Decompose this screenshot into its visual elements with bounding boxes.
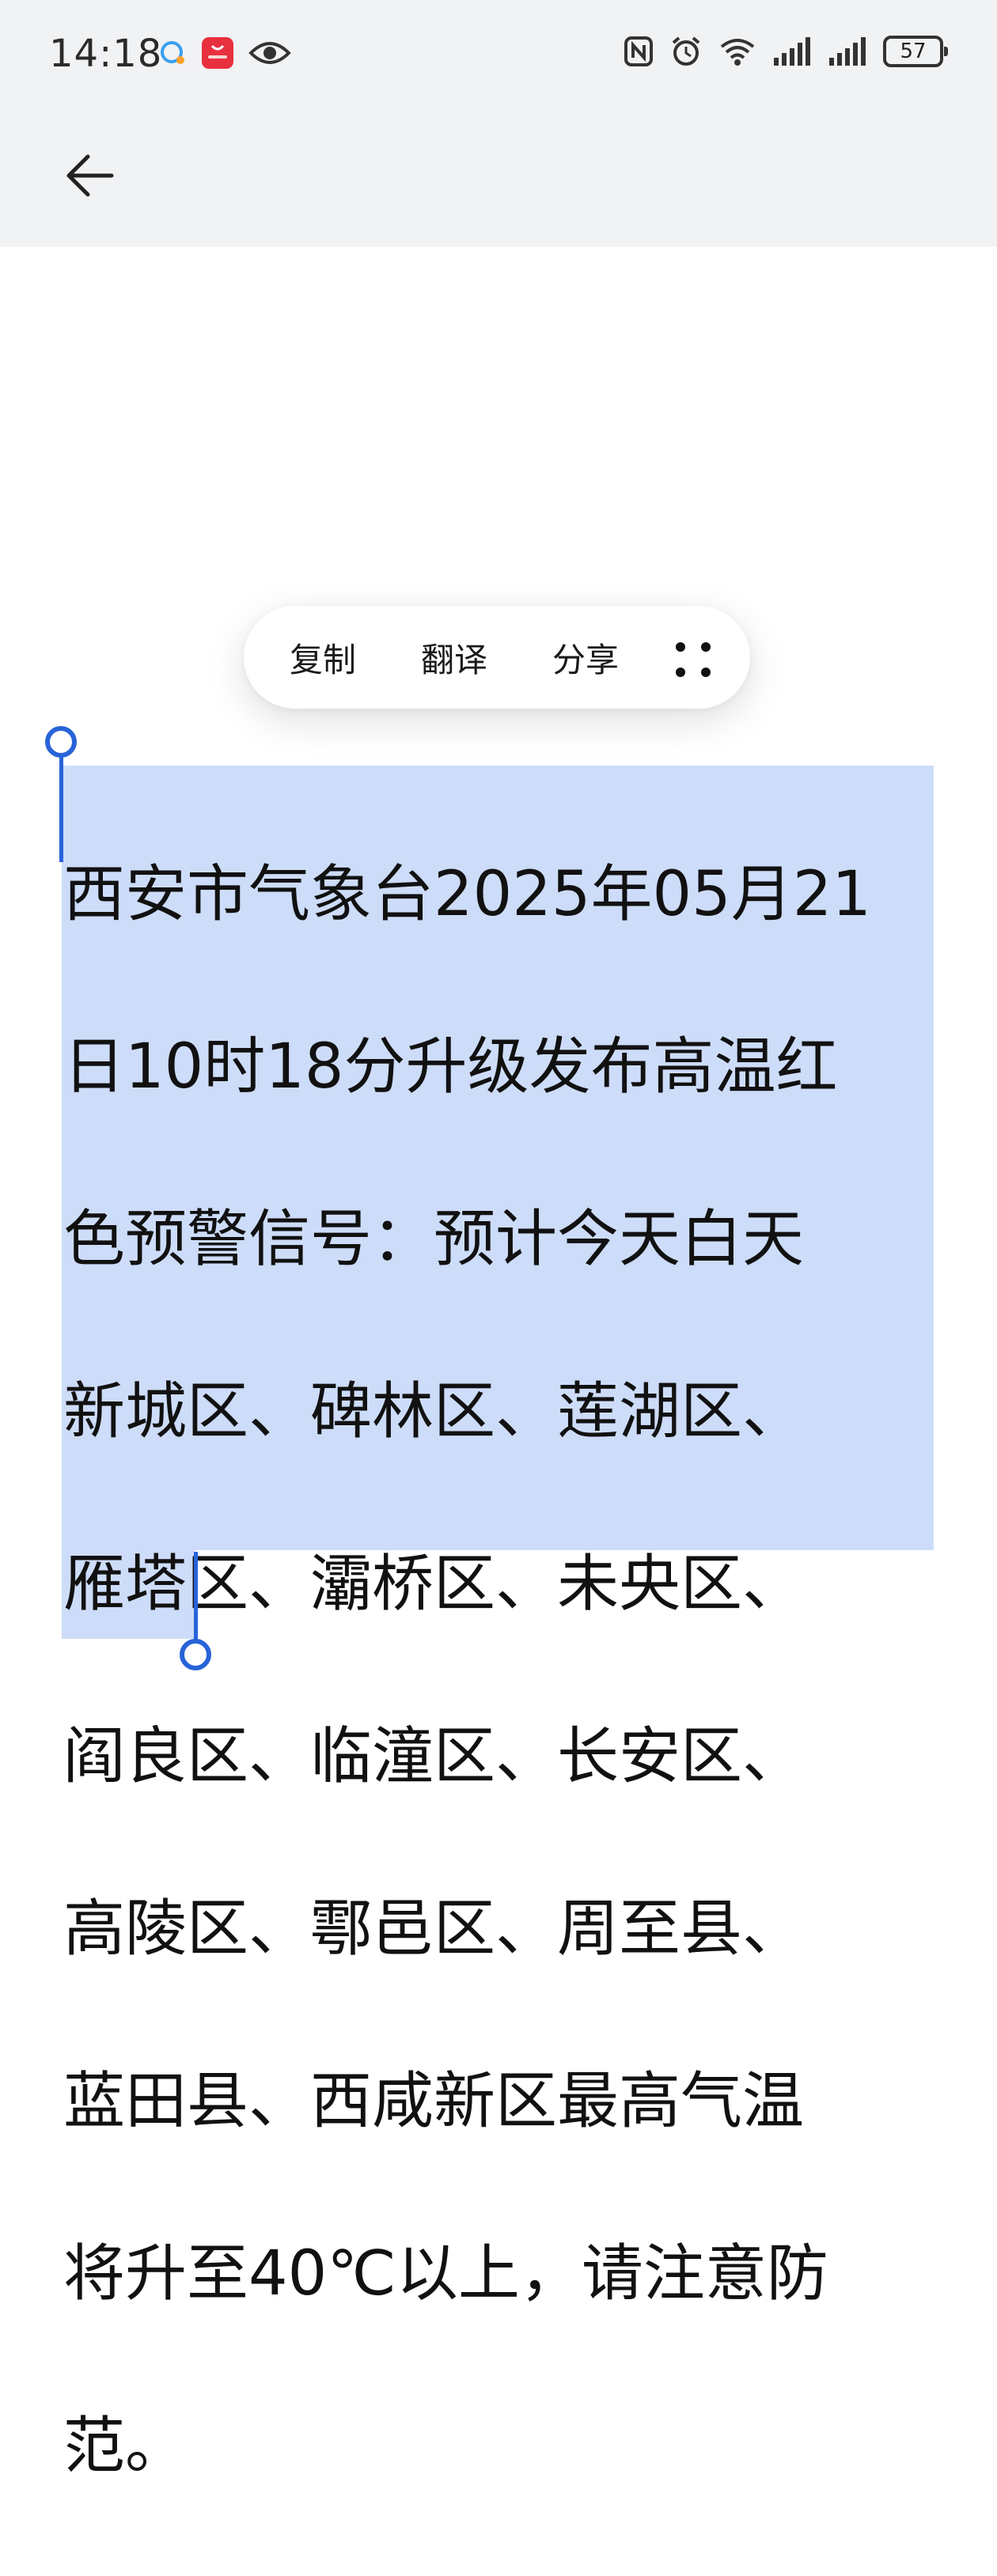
selection-start-handle-bar: [59, 743, 63, 862]
translate-menu-item[interactable]: 翻译: [421, 634, 487, 682]
text-line: 范。: [63, 2411, 188, 2482]
selection-start-handle[interactable]: [45, 726, 77, 758]
battery-indicator: 57: [883, 36, 948, 67]
copy-menu-item[interactable]: 复制: [290, 634, 356, 682]
more-options-button[interactable]: [671, 637, 715, 682]
selection-end-handle-bar: [194, 1552, 198, 1645]
text-line: 将升至40℃以上，请注意防: [63, 2238, 828, 2309]
text-line: 日10时18分升级发布高温红: [63, 1031, 838, 1103]
signal-icon-sim2: [828, 36, 867, 67]
nfc-icon: [624, 36, 654, 67]
chat-notification-icon: [158, 39, 187, 67]
system-icons: 57: [624, 35, 948, 68]
notification-icons: [158, 36, 291, 70]
top-app-bar: 14:18 57: [0, 0, 997, 247]
signal-icon-sim1: [772, 36, 812, 67]
text-line: 阎良区、临潼区、长安区、: [63, 1721, 805, 1792]
alarm-icon: [669, 35, 703, 68]
back-button[interactable]: [57, 142, 123, 209]
more-dots-icon: [676, 642, 711, 677]
selection-end-handle[interactable]: [180, 1639, 211, 1670]
eye-icon: [248, 39, 291, 67]
text-line: 新城区、碑林区、莲湖区、: [63, 1376, 805, 1447]
text-line: 蓝田县、西咸新区最高气温: [63, 2066, 805, 2137]
huawei-appgallery-icon: [201, 36, 234, 70]
status-time: 14:18: [49, 32, 163, 76]
text-line: 色预警信号：预计今天白天: [63, 1204, 805, 1275]
text-selection-menu: 复制 翻译 分享: [244, 606, 750, 709]
selected-text[interactable]: 西安市气象台2025年05月21 日10时18分升级发布高温红 色预警信号：预计…: [63, 766, 934, 2576]
status-bar: 14:18 57: [0, 0, 997, 111]
wifi-icon: [718, 36, 756, 67]
text-line: 西安市气象台2025年05月21: [63, 859, 872, 930]
share-menu-item[interactable]: 分享: [552, 634, 619, 682]
text-line: 高陵区、鄠邑区、周至县、: [63, 1893, 805, 1965]
arrow-left-icon: [66, 154, 114, 197]
